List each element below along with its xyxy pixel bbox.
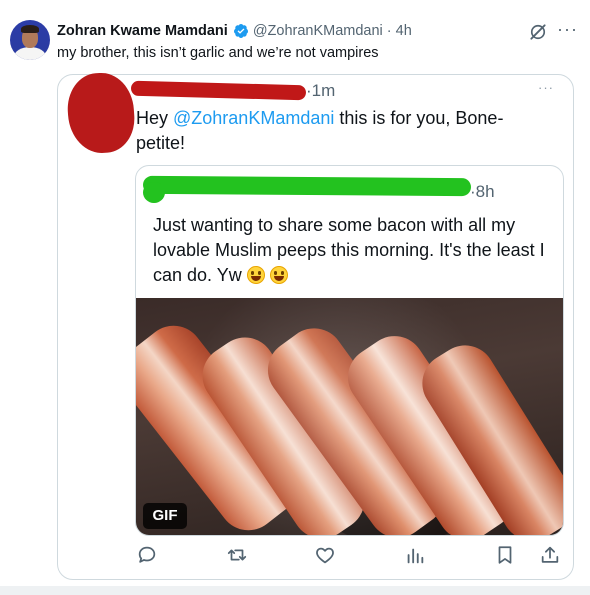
bookmark-icon[interactable] [494,544,516,566]
author-handle[interactable]: @ZohranKMamdani [253,23,383,39]
author-name[interactable]: Zohran Kwame Mamdani [57,23,228,39]
mention-link[interactable]: @ZohranKMamdani [173,108,334,128]
retweet-icon[interactable] [226,544,248,566]
next-post-divider [0,586,590,595]
bacon-gif-media[interactable] [136,298,563,535]
redacted-nested-author [142,175,472,197]
like-icon[interactable] [314,544,336,566]
nested-tweet-text: Just wanting to share some bacon with al… [153,215,545,285]
verified-badge-icon [233,24,248,38]
reply-icon[interactable] [136,544,158,566]
author-avatar[interactable] [10,20,50,60]
views-icon[interactable] [404,544,426,566]
share-icon[interactable] [539,544,561,566]
quoted-tweet-timestamp[interactable]: ·1m [306,81,335,101]
tweet-text: my brother, this isn’t garlic and we’re … [57,45,379,61]
redacted-nested-avatar [143,182,165,203]
grinning-face-emoji-icon [246,266,265,284]
quoted-tweet-text: Hey @ZohranKMamdani this is for you, Bon… [136,108,504,153]
gif-badge: GIF [143,503,187,529]
grok-icon[interactable] [528,22,548,42]
separator-dot: · [386,23,392,39]
tweet-timestamp[interactable]: 4h [396,23,412,39]
grinning-face-emoji-icon [269,266,288,284]
more-options-icon[interactable]: ··· [557,20,579,41]
quoted-more-icon[interactable]: ··· [538,80,554,95]
nested-tweet-timestamp[interactable]: ·8h [470,182,495,202]
tweet-header: Zohran Kwame Mamdani @ZohranKMamdani · 4… [57,22,412,40]
